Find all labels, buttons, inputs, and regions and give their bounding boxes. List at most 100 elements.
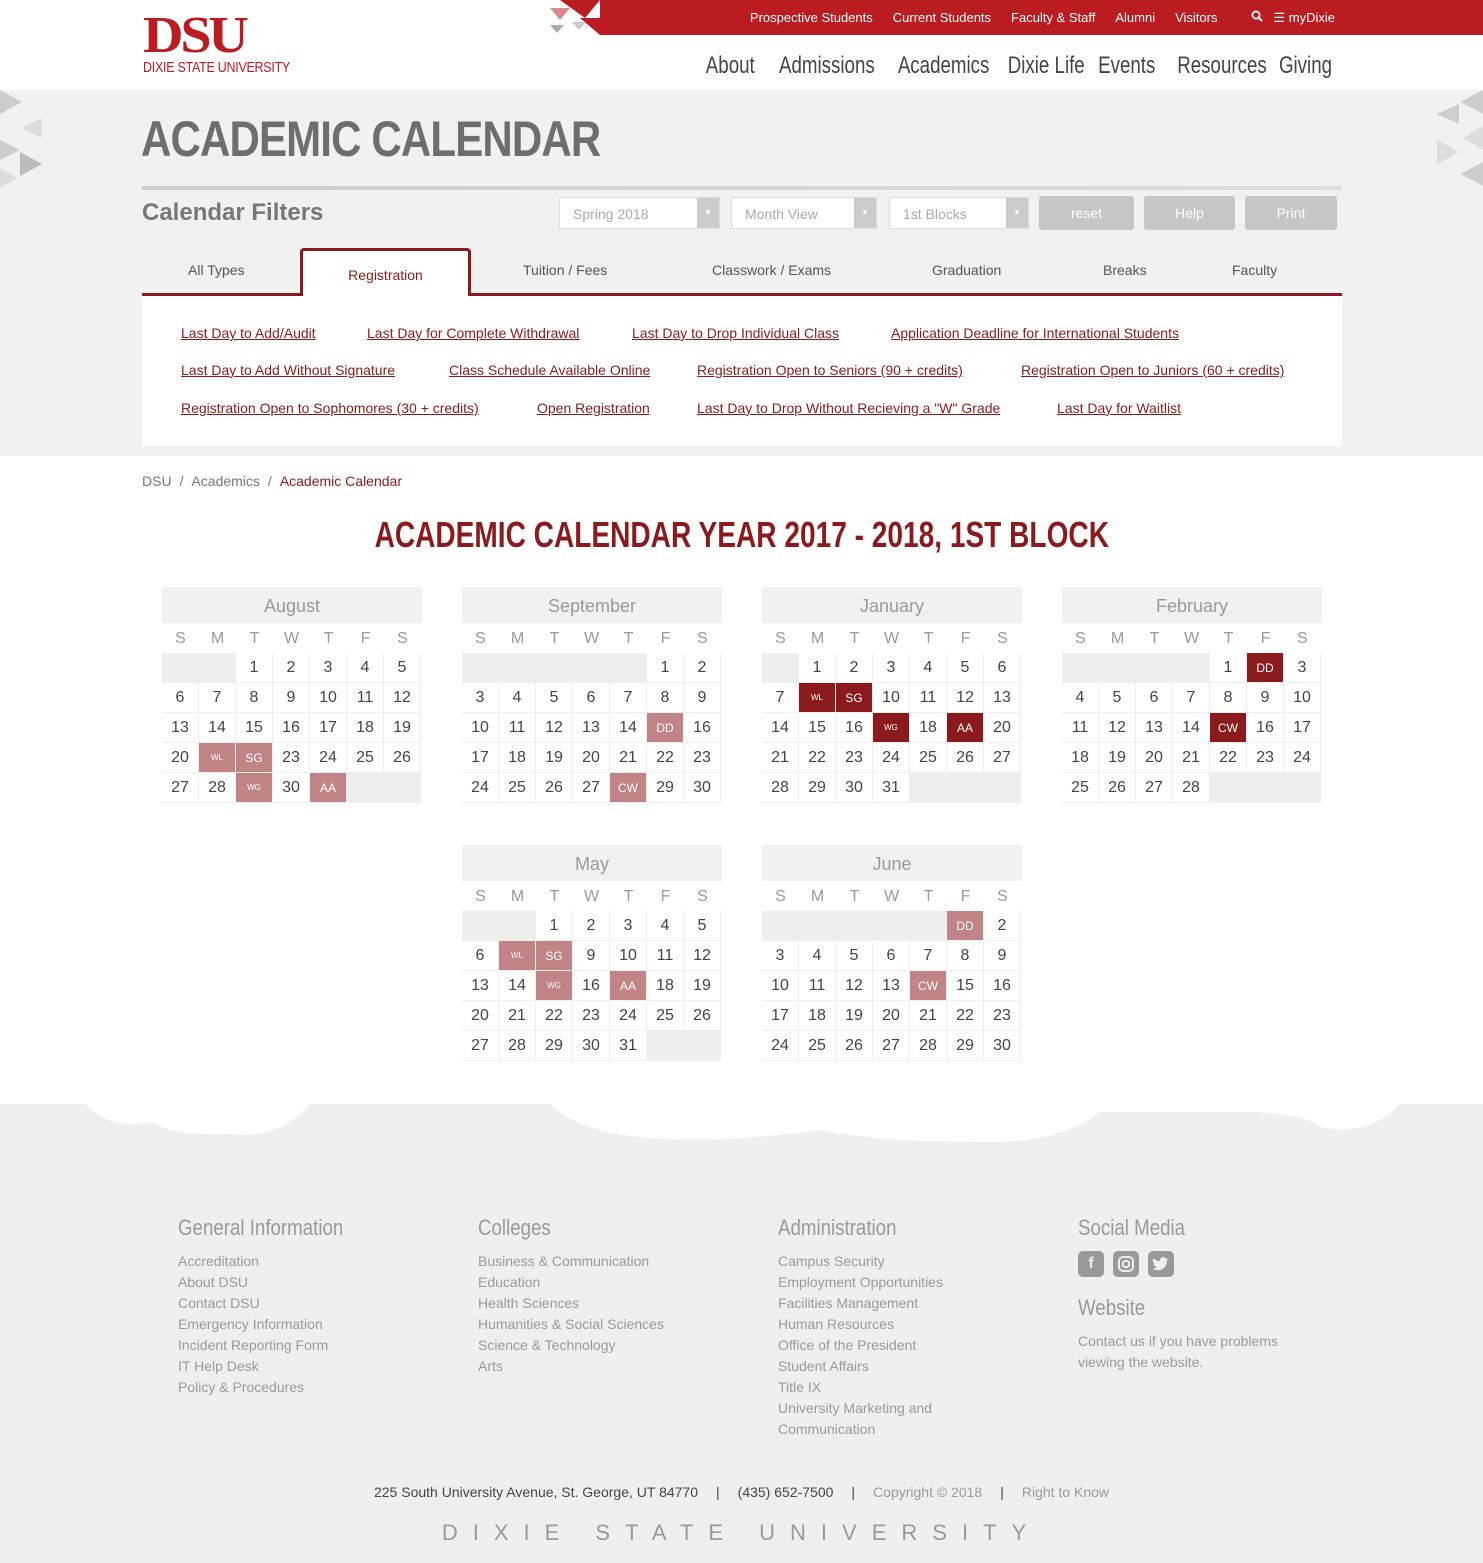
footer-link[interactable]: Human Resources: [778, 1314, 943, 1335]
utility-visitors[interactable]: Visitors: [1175, 10, 1217, 25]
nav-dixie-life[interactable]: Dixie Life: [1008, 52, 1085, 80]
event-day-cell[interactable]: SG: [836, 683, 873, 713]
day-cell: 16: [984, 971, 1021, 1001]
footer-link[interactable]: Health Sciences: [478, 1293, 664, 1314]
day-cell: 29: [536, 1031, 573, 1061]
link-last-day-add-audit[interactable]: Last Day to Add/Audit: [181, 325, 316, 341]
link-drop-without-w[interactable]: Last Day to Drop Without Recieving a "W"…: [697, 400, 1000, 416]
footer-link[interactable]: University Marketing and: [778, 1398, 943, 1419]
weekday-label: W: [883, 630, 900, 647]
footer-link[interactable]: Title IX: [778, 1377, 943, 1398]
twitter-icon[interactable]: [1148, 1251, 1174, 1277]
footer-link[interactable]: Accreditation: [178, 1251, 372, 1272]
reset-button[interactable]: reset: [1039, 196, 1134, 230]
event-day-cell[interactable]: DD: [647, 713, 684, 743]
footer-link[interactable]: Incident Reporting Form: [178, 1335, 372, 1356]
footer-link[interactable]: Business & Communication: [478, 1251, 664, 1272]
print-button[interactable]: Print: [1245, 196, 1337, 230]
footer-link[interactable]: Science & Technology: [478, 1335, 664, 1356]
right-to-know-link[interactable]: Right to Know: [1022, 1484, 1109, 1500]
day-cell: 12: [836, 971, 873, 1001]
utility-alumni[interactable]: Alumni: [1115, 10, 1155, 25]
link-drop-individual-class[interactable]: Last Day to Drop Individual Class: [632, 325, 839, 341]
link-add-without-signature[interactable]: Last Day to Add Without Signature: [181, 362, 395, 378]
footer-link[interactable]: About DSU: [178, 1272, 372, 1293]
event-day-cell[interactable]: SG: [236, 743, 273, 773]
footer-link[interactable]: Humanities & Social Sciences: [478, 1314, 664, 1335]
event-day-cell[interactable]: AA: [310, 773, 347, 803]
footer-link[interactable]: Arts: [478, 1356, 664, 1377]
link-open-registration[interactable]: Open Registration: [537, 400, 650, 416]
day-cell: 16: [836, 713, 873, 743]
event-day-cell[interactable]: CW: [610, 773, 647, 803]
nav-about[interactable]: About: [706, 52, 755, 80]
footer-link[interactable]: Campus Security: [778, 1251, 943, 1272]
nav-admissions[interactable]: Admissions: [779, 52, 875, 80]
event-day-cell[interactable]: WG: [536, 971, 573, 1001]
event-day-cell[interactable]: WL: [199, 743, 236, 773]
utility-prospective-students[interactable]: Prospective Students: [750, 10, 873, 25]
link-last-day-waitlist[interactable]: Last Day for Waitlist: [1057, 400, 1181, 416]
term-select-value: Spring 2018: [573, 206, 649, 222]
link-international-deadline[interactable]: Application Deadline for International S…: [891, 325, 1179, 341]
term-select[interactable]: Spring 2018 ▼: [559, 197, 720, 229]
utility-nav: Prospective Students Current Students Fa…: [730, 0, 1483, 35]
event-day-cell[interactable]: CW: [1210, 713, 1247, 743]
search-icon[interactable]: [1251, 10, 1264, 25]
event-day-cell[interactable]: WL: [499, 941, 536, 971]
footer-link[interactable]: Contact DSU: [178, 1293, 372, 1314]
footer-link[interactable]: Facilities Management: [778, 1293, 943, 1314]
tab-breaks[interactable]: Breaks: [1103, 262, 1147, 278]
block-select[interactable]: 1st Blocks ▼: [889, 197, 1029, 229]
tab-tuition-fees[interactable]: Tuition / Fees: [523, 262, 607, 278]
utility-current-students[interactable]: Current Students: [893, 10, 991, 25]
help-button[interactable]: Help: [1144, 196, 1235, 230]
footer-link[interactable]: Office of the President: [778, 1335, 943, 1356]
footer-link[interactable]: Student Affairs: [778, 1356, 943, 1377]
day-cell: 30: [836, 773, 873, 803]
nav-events[interactable]: Events: [1098, 52, 1155, 80]
tab-registration[interactable]: Registration: [300, 248, 471, 296]
footer-link[interactable]: Education: [478, 1272, 664, 1293]
link-registration-seniors[interactable]: Registration Open to Seniors (90 + credi…: [697, 362, 963, 378]
event-day-cell[interactable]: AA: [610, 971, 647, 1001]
link-class-schedule-online[interactable]: Class Schedule Available Online: [449, 362, 650, 378]
footer-link[interactable]: IT Help Desk: [178, 1356, 372, 1377]
breadcrumb-dsu[interactable]: DSU: [142, 473, 172, 489]
day-cell: 24: [310, 743, 347, 773]
view-select[interactable]: Month View ▼: [731, 197, 877, 229]
link-complete-withdrawal[interactable]: Last Day for Complete Withdrawal: [367, 325, 579, 341]
day-cell: 13: [1136, 713, 1173, 743]
dsu-logo[interactable]: DSU DIXIE STATE UNIVERSITY: [143, 10, 290, 78]
facebook-icon[interactable]: f: [1078, 1251, 1104, 1277]
tab-classwork-exams[interactable]: Classwork / Exams: [712, 262, 831, 278]
event-day-cell[interactable]: CW: [910, 971, 947, 1001]
event-day-cell[interactable]: AA: [947, 713, 984, 743]
footer-link[interactable]: Employment Opportunities: [778, 1272, 943, 1293]
event-day-cell[interactable]: WG: [873, 713, 910, 743]
day-cell: 14: [1173, 713, 1210, 743]
footer-link[interactable]: Communication: [778, 1419, 943, 1440]
event-day-cell[interactable]: DD: [1247, 653, 1284, 683]
event-day-cell[interactable]: WL: [799, 683, 836, 713]
event-day-cell[interactable]: SG: [536, 941, 573, 971]
day-grid: 1 2 3 4 5 6 WL SG 9 10 11 12 13 14 WG 16 AA 18 19 20 21 22 23 2…: [462, 911, 721, 1061]
tab-faculty[interactable]: Faculty: [1232, 262, 1277, 278]
tab-all-types[interactable]: All Types: [188, 262, 245, 278]
breadcrumb-academics[interactable]: Academics: [191, 473, 259, 489]
nav-resources[interactable]: Resources: [1177, 52, 1266, 80]
nav-academics[interactable]: Academics: [898, 52, 990, 80]
instagram-icon[interactable]: [1113, 1251, 1139, 1277]
footer-link[interactable]: Emergency Information: [178, 1314, 372, 1335]
empty-day-cell: [499, 653, 536, 683]
day-cell: 4: [647, 911, 684, 941]
footer-link[interactable]: Policy & Procedures: [178, 1377, 372, 1398]
utility-faculty-staff[interactable]: Faculty & Staff: [1011, 10, 1095, 25]
tab-graduation[interactable]: Graduation: [932, 262, 1001, 278]
mydixie-menu[interactable]: ☰ myDixie: [1273, 10, 1335, 26]
link-registration-sophomores[interactable]: Registration Open to Sophomores (30 + cr…: [181, 400, 479, 416]
event-day-cell[interactable]: DD: [947, 911, 984, 941]
link-registration-juniors[interactable]: Registration Open to Juniors (60 + credi…: [1021, 362, 1284, 378]
nav-giving[interactable]: Giving: [1279, 52, 1332, 80]
event-day-cell[interactable]: WG: [236, 773, 273, 803]
